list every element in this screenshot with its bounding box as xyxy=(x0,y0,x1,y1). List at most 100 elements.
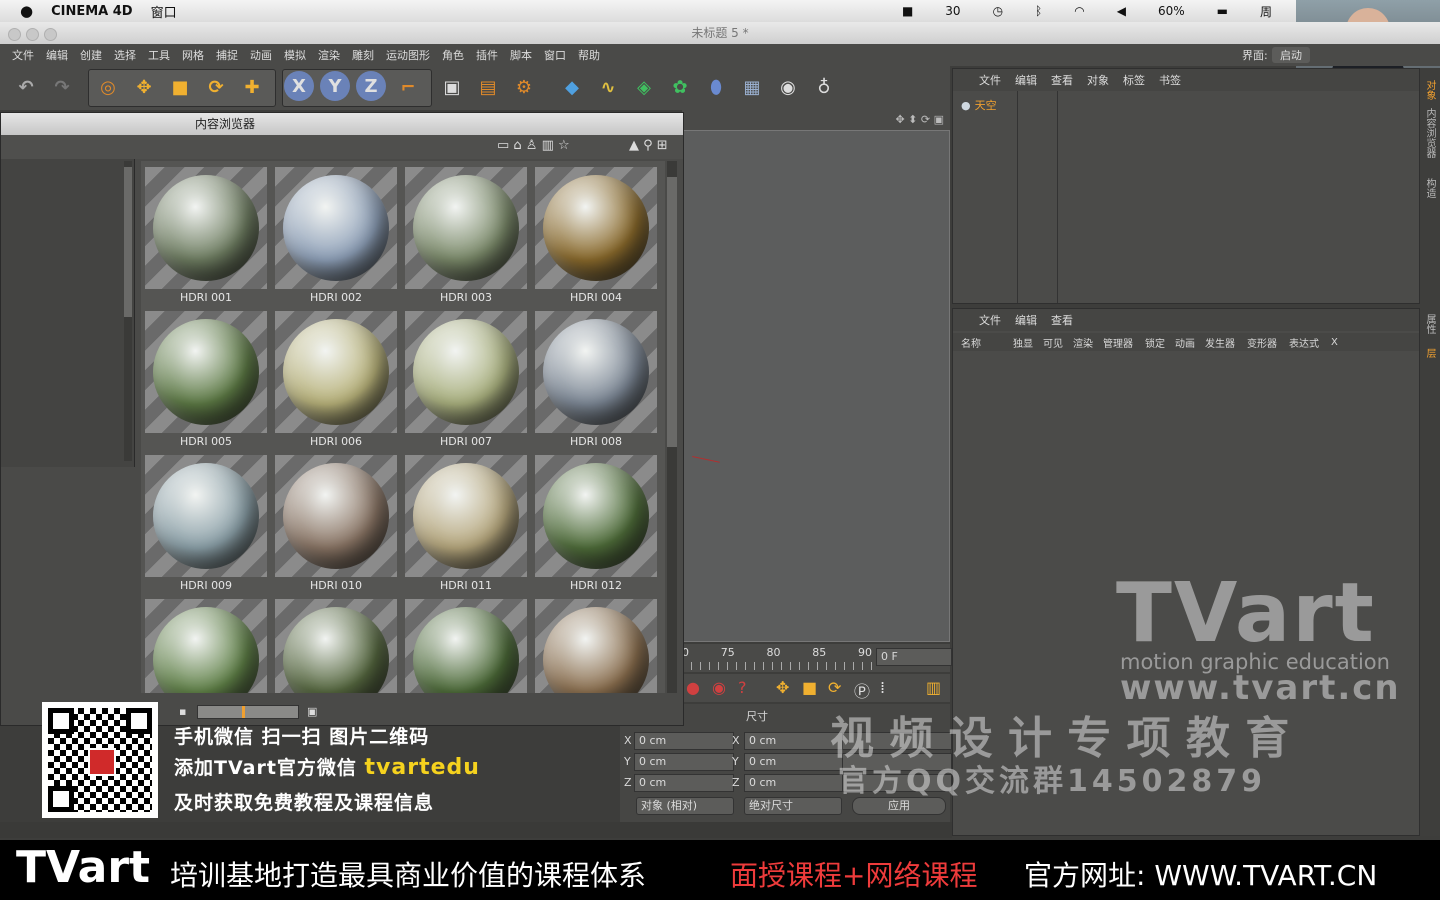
menu-item[interactable]: 选择 xyxy=(114,47,136,63)
preset-tile[interactable]: HDRI 006 xyxy=(273,309,399,453)
wifi-icon[interactable]: ◠ xyxy=(1074,4,1084,18)
undo-icon[interactable]: ↶ xyxy=(10,71,42,103)
x-axis-icon[interactable]: X xyxy=(284,71,314,101)
minimize-icon[interactable] xyxy=(26,28,39,41)
menu-item[interactable]: 编辑 xyxy=(46,47,68,63)
side-tab[interactable]: 对象 xyxy=(1422,80,1437,100)
column-visible[interactable]: 可见 xyxy=(1043,335,1073,350)
preset-tile[interactable]: HDRI 008 xyxy=(533,309,659,453)
key-scale-icon[interactable]: ■ xyxy=(802,678,817,697)
content-browser-title[interactable]: 内容浏览器 xyxy=(1,113,683,135)
column-expression[interactable]: 表达式 xyxy=(1289,335,1331,350)
menu-item[interactable]: 工具 xyxy=(148,47,170,63)
menu-item[interactable]: 模拟 xyxy=(284,47,306,63)
menu-item[interactable]: 文件 xyxy=(12,47,34,63)
y-axis-icon[interactable]: Y xyxy=(320,71,350,101)
key-pla-icon[interactable]: ⁞ xyxy=(880,678,885,697)
preset-tile[interactable]: HDRI 002 xyxy=(273,165,399,309)
column-name[interactable]: 名称 xyxy=(961,335,1013,350)
side-tab[interactable]: 构造 xyxy=(1422,178,1437,198)
preset-tile[interactable]: HDRI 009 xyxy=(143,453,269,597)
preset-tile[interactable]: HDRI 004 xyxy=(533,165,659,309)
menu-item[interactable]: 插件 xyxy=(476,47,498,63)
preset-tile[interactable] xyxy=(533,597,659,693)
preset-tile[interactable] xyxy=(273,597,399,693)
deformer-icon[interactable]: ⬮ xyxy=(700,71,732,103)
pdf-count[interactable]: 30 xyxy=(945,4,960,18)
preset-tile[interactable]: HDRI 012 xyxy=(533,453,659,597)
menu-item[interactable]: 运动图形 xyxy=(386,47,430,63)
rotate-icon[interactable]: ⟳ xyxy=(200,71,232,103)
camera-object-icon[interactable]: ◉ xyxy=(772,71,804,103)
menu-item[interactable]: 文件 xyxy=(979,312,1001,328)
column-close[interactable]: X xyxy=(1331,337,1338,348)
size-mode-dropdown[interactable]: 绝对尺寸 xyxy=(744,797,842,815)
battery-text[interactable]: 60% xyxy=(1158,4,1185,18)
nurbs-icon[interactable]: ◈ xyxy=(628,71,660,103)
menu-item[interactable]: 捕捉 xyxy=(216,47,238,63)
preset-tile[interactable] xyxy=(143,597,269,693)
menu-item[interactable]: 动画 xyxy=(250,47,272,63)
floor-icon[interactable]: ▦ xyxy=(736,71,768,103)
preset-tile[interactable] xyxy=(403,597,529,693)
menu-item[interactable]: 对象 xyxy=(1087,72,1109,88)
column-solo[interactable]: 独显 xyxy=(1013,335,1043,350)
render-picture-icon[interactable]: ▤ xyxy=(472,71,504,103)
small-thumb-icon[interactable]: ▪ xyxy=(179,705,186,718)
thumb-size-slider[interactable] xyxy=(197,705,299,719)
menu-item[interactable]: 创建 xyxy=(80,47,102,63)
size-y-field[interactable]: 0 cm xyxy=(744,753,844,771)
grid-scrollbar[interactable] xyxy=(667,161,677,693)
menu-item[interactable]: 文件 xyxy=(979,72,1001,88)
move-icon[interactable]: ✥ xyxy=(128,71,160,103)
side-tab[interactable]: 内容浏览器 xyxy=(1422,108,1437,158)
menu-item[interactable]: 编辑 xyxy=(1015,312,1037,328)
apple-icon[interactable]: ● xyxy=(20,2,33,20)
content-browser-tree[interactable] xyxy=(1,159,135,467)
column-animation[interactable]: 动画 xyxy=(1175,335,1205,350)
volume-icon[interactable]: ◀ xyxy=(1117,4,1126,18)
light-icon[interactable]: ♁ xyxy=(808,71,840,103)
key-rotate-icon[interactable]: ⟳ xyxy=(828,678,841,697)
layout-dropdown[interactable]: 启动 xyxy=(1272,47,1310,63)
close-icon[interactable] xyxy=(8,28,21,41)
key-move-icon[interactable]: ✥ xyxy=(776,678,789,697)
scale-icon[interactable]: ■ xyxy=(164,71,196,103)
size-x-field[interactable]: 0 cm xyxy=(744,732,844,750)
zoom-icon[interactable] xyxy=(44,28,57,41)
column-render[interactable]: 渲染 xyxy=(1073,335,1103,350)
column-lock[interactable]: 锁定 xyxy=(1145,335,1175,350)
preset-tile[interactable]: HDRI 005 xyxy=(143,309,269,453)
cube-icon[interactable]: ◆ xyxy=(556,71,588,103)
coord-mode-dropdown[interactable]: 对象 (相对) xyxy=(636,797,734,815)
z-axis-icon[interactable]: Z xyxy=(356,71,386,101)
menu-item[interactable]: 帮助 xyxy=(578,47,600,63)
viewport-nav-icons[interactable]: ✥ ⬍ ⟳ ▣ xyxy=(895,113,944,126)
help-icon[interactable]: ? xyxy=(738,678,747,697)
search-icon[interactable]: ▲ ⚲ ⊞ xyxy=(629,138,668,153)
menu-item[interactable]: 雕刻 xyxy=(352,47,374,63)
menu-item[interactable]: 编辑 xyxy=(1015,72,1037,88)
menu-item[interactable]: 书签 xyxy=(1159,72,1181,88)
side-tab[interactable]: 层 xyxy=(1422,348,1437,358)
pos-z-field[interactable]: 0 cm xyxy=(634,774,734,792)
preset-tile[interactable]: HDRI 003 xyxy=(403,165,529,309)
coord-system-icon[interactable]: ⌐ xyxy=(392,71,424,103)
pos-x-field[interactable]: 0 cm xyxy=(634,732,734,750)
autokey-icon[interactable]: ◉ xyxy=(712,678,726,697)
spline-icon[interactable]: ∿ xyxy=(592,71,624,103)
add-icon[interactable]: ✚ xyxy=(236,71,268,103)
menu-item[interactable]: 脚本 xyxy=(510,47,532,63)
clock-icon[interactable]: ◷ xyxy=(993,4,1003,18)
render-settings-icon[interactable]: ⚙ xyxy=(508,71,540,103)
flag-icon[interactable]: ▬ xyxy=(1217,4,1228,18)
redo-icon[interactable]: ↷ xyxy=(46,71,78,103)
large-thumb-icon[interactable]: ▣ xyxy=(307,705,317,718)
record-icon[interactable]: ● xyxy=(686,678,700,697)
browser-nav-icons[interactable]: ▭ ⌂ ♙ ▥ ☆ xyxy=(497,138,570,153)
menu-item[interactable]: 网格 xyxy=(182,47,204,63)
app-menu[interactable]: CINEMA 4D xyxy=(51,4,133,19)
object-name[interactable]: 天空 xyxy=(975,97,997,113)
menu-item[interactable]: 窗口 xyxy=(544,47,566,63)
menu-item[interactable]: 角色 xyxy=(442,47,464,63)
